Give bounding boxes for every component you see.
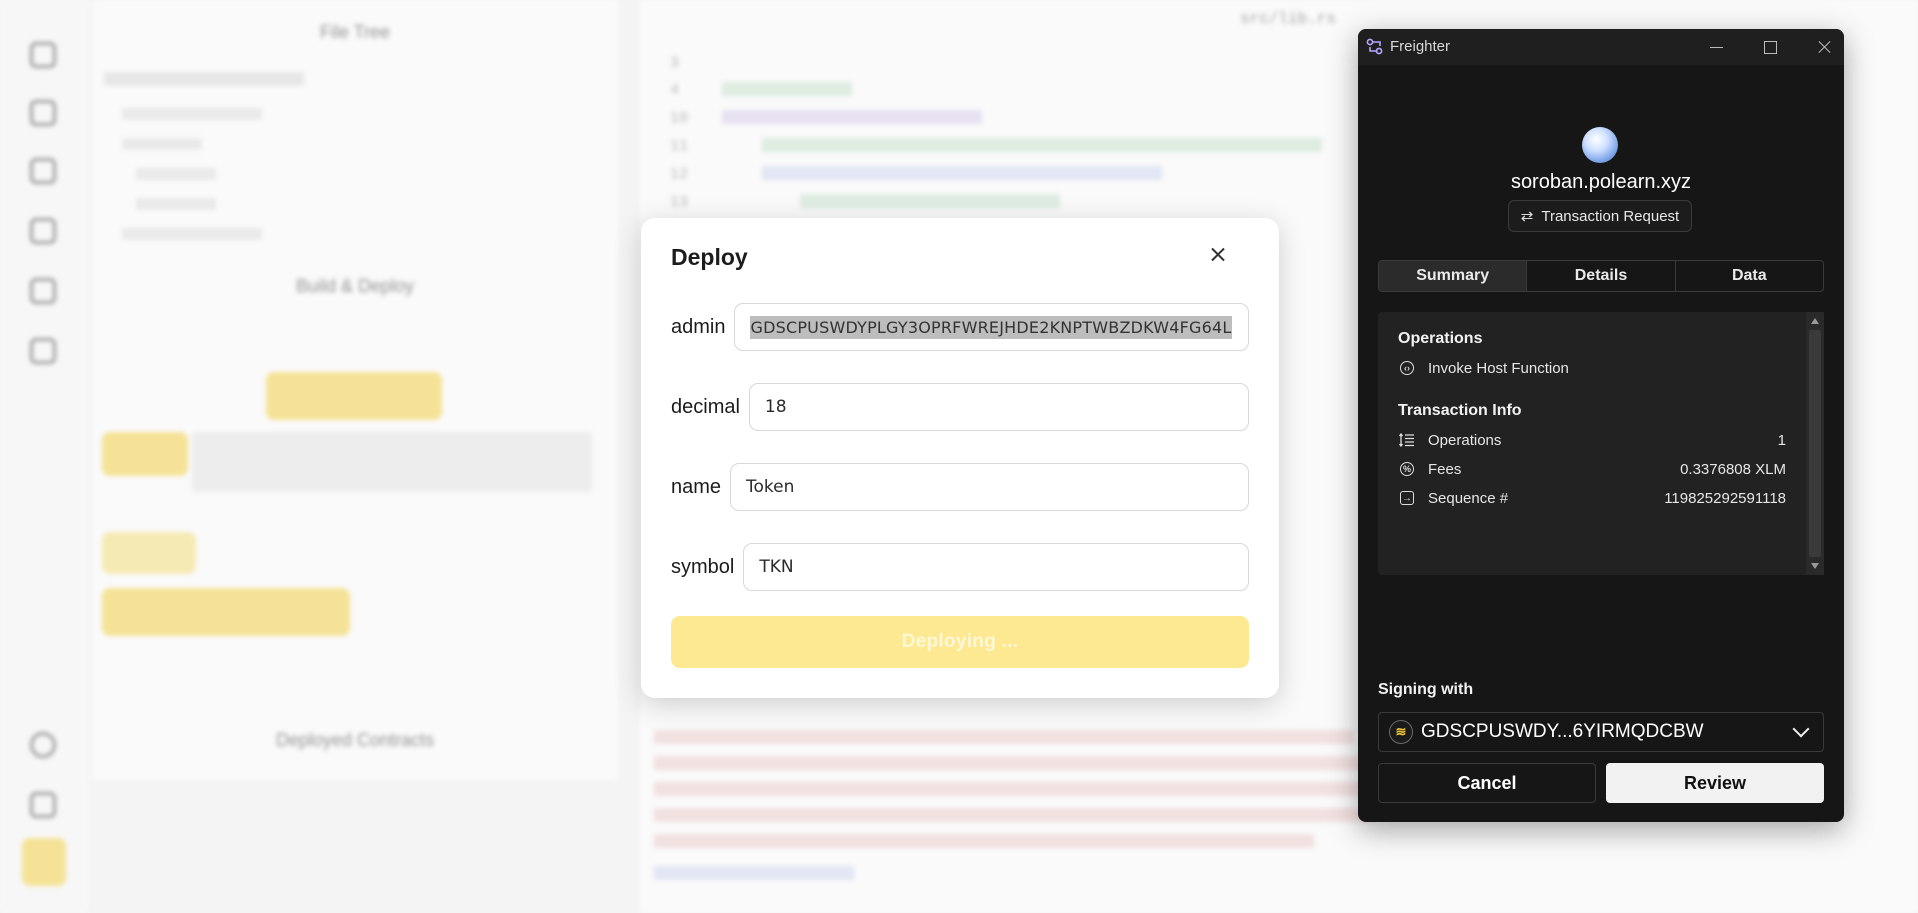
tx-info-row: → Sequence # 119825292591118 bbox=[1398, 486, 1786, 510]
freighter-window: Freighter soroban.polearn.xyz ⇄ Transact… bbox=[1358, 29, 1844, 822]
symbol-label: symbol bbox=[671, 555, 735, 578]
deploying-button[interactable]: Deploying ... bbox=[671, 616, 1249, 668]
freighter-logo-icon bbox=[1366, 38, 1383, 55]
tx-info-value: 1 bbox=[1777, 431, 1786, 449]
files-icon bbox=[30, 42, 56, 68]
symbol-input[interactable]: TKN bbox=[743, 543, 1249, 591]
tx-info-row: % Fees 0.3376808 XLM bbox=[1398, 457, 1786, 481]
operation-label: Invoke Host Function bbox=[1428, 359, 1569, 377]
admin-row: admin GDSCPUSWDYPLGY3OPRFWREJHDE2KNPTWBZ… bbox=[671, 302, 1249, 352]
signing-with-label: Signing with bbox=[1378, 681, 1474, 698]
window-title: Freighter bbox=[1390, 38, 1451, 55]
activity-rail bbox=[0, 0, 88, 913]
settings-icon bbox=[22, 838, 66, 886]
tab-button bbox=[102, 532, 196, 574]
review-button[interactable]: Review bbox=[1606, 763, 1824, 803]
tree-row bbox=[122, 108, 262, 120]
arrow-in-icon: → bbox=[1400, 491, 1414, 505]
percent-icon: % bbox=[1398, 460, 1416, 478]
scroll-down-icon[interactable] bbox=[1811, 563, 1819, 569]
tx-info-label: Sequence # bbox=[1428, 489, 1509, 507]
tree-row bbox=[122, 228, 262, 240]
tool-icon bbox=[30, 338, 56, 364]
close-icon[interactable] bbox=[1203, 240, 1233, 270]
tab-details[interactable]: Details bbox=[1527, 261, 1676, 291]
tx-info-title: Transaction Info bbox=[1398, 402, 1522, 419]
scroll-up-icon[interactable] bbox=[1811, 318, 1819, 324]
editor-filename: src/lib.rs bbox=[1240, 10, 1337, 28]
modal-title: Deploy bbox=[671, 244, 748, 270]
site-domain: soroban.polearn.xyz bbox=[1510, 171, 1692, 193]
title-bar: Freighter bbox=[1358, 29, 1844, 65]
stellar-icon: ≋ bbox=[1395, 724, 1407, 739]
maximize-icon[interactable] bbox=[1754, 33, 1786, 61]
scrollbar-thumb[interactable] bbox=[1809, 330, 1821, 557]
account-avatar: ≋ bbox=[1389, 720, 1413, 744]
decimal-input[interactable]: 18 bbox=[748, 383, 1249, 431]
close-icon[interactable] bbox=[1808, 33, 1840, 61]
discord-icon bbox=[30, 732, 56, 758]
admin-input[interactable]: GDSCPUSWDYPLGY3OPRFWREJHDE2KNPTWBZDKW4FG… bbox=[734, 303, 1249, 351]
minimize-icon[interactable] bbox=[1700, 33, 1732, 61]
chevron-down-icon bbox=[1792, 720, 1810, 738]
list-icon bbox=[1398, 431, 1416, 449]
summary-panel: Operations ‹› Invoke Host Function Trans… bbox=[1378, 312, 1824, 575]
braces-icon bbox=[30, 278, 56, 304]
name-row: name Token bbox=[671, 462, 1249, 512]
tab-bar: Summary Details Data bbox=[1378, 260, 1824, 292]
transaction-request-badge: ⇄ Transaction Request bbox=[1508, 200, 1692, 232]
name-input[interactable]: Token bbox=[730, 463, 1249, 511]
account-address: GDSCPUSWDY...6YIRMQDCBW bbox=[1421, 721, 1704, 742]
log-text bbox=[192, 432, 592, 492]
swap-arrows-icon: ⇄ bbox=[1520, 208, 1534, 225]
deploy-contract-button bbox=[102, 588, 350, 636]
name-label: name bbox=[671, 475, 722, 498]
tx-info-value: 119825292591118 bbox=[1664, 489, 1786, 507]
operations-title: Operations bbox=[1398, 330, 1483, 347]
code-icon bbox=[30, 158, 56, 184]
tree-row bbox=[136, 168, 216, 180]
cancel-button[interactable]: Cancel bbox=[1378, 763, 1596, 803]
wrench-icon bbox=[30, 100, 56, 126]
globe-icon bbox=[1582, 127, 1618, 163]
account-selector[interactable]: ≋ GDSCPUSWDY...6YIRMQDCBW bbox=[1378, 712, 1824, 752]
tx-info-row: Operations 1 bbox=[1398, 428, 1786, 452]
arrow-icon bbox=[30, 792, 56, 818]
file-tree-title: File Tree bbox=[319, 22, 391, 42]
deployed-contracts-title: Deployed Contracts bbox=[275, 730, 435, 750]
tx-info-label: Operations bbox=[1428, 431, 1502, 449]
admin-label: admin bbox=[671, 315, 726, 338]
scrollbar[interactable] bbox=[1806, 312, 1824, 575]
transaction-request-label: Transaction Request bbox=[1541, 207, 1680, 225]
deploy-modal: Deploy admin GDSCPUSWDYPLGY3OPRFWREJHDE2… bbox=[641, 218, 1279, 698]
admin-value: GDSCPUSWDYPLGY3OPRFWREJHDE2KNPTWBZDKW4FG… bbox=[750, 315, 1232, 339]
build-deploy-title: Build & Deploy bbox=[295, 276, 415, 296]
status-badge bbox=[102, 432, 188, 476]
operation-item: ‹› Invoke Host Function bbox=[1398, 356, 1786, 380]
decimal-row: decimal 18 bbox=[671, 382, 1249, 432]
symbol-row: symbol TKN bbox=[671, 542, 1249, 592]
id-card-icon bbox=[30, 218, 56, 244]
code-circle-icon: ‹› bbox=[1398, 359, 1416, 377]
build-button bbox=[266, 372, 442, 420]
tree-toolbar bbox=[104, 72, 304, 86]
decimal-label: decimal bbox=[671, 395, 740, 418]
tab-summary[interactable]: Summary bbox=[1379, 261, 1528, 291]
side-panel: File Tree Build & Deploy Deployed Contra… bbox=[92, 0, 618, 780]
tree-row bbox=[136, 198, 216, 210]
tree-row bbox=[122, 138, 202, 150]
tab-data[interactable]: Data bbox=[1676, 261, 1823, 291]
tx-info-label: Fees bbox=[1428, 460, 1462, 478]
tx-info-value: 0.3376808 XLM bbox=[1680, 460, 1786, 478]
